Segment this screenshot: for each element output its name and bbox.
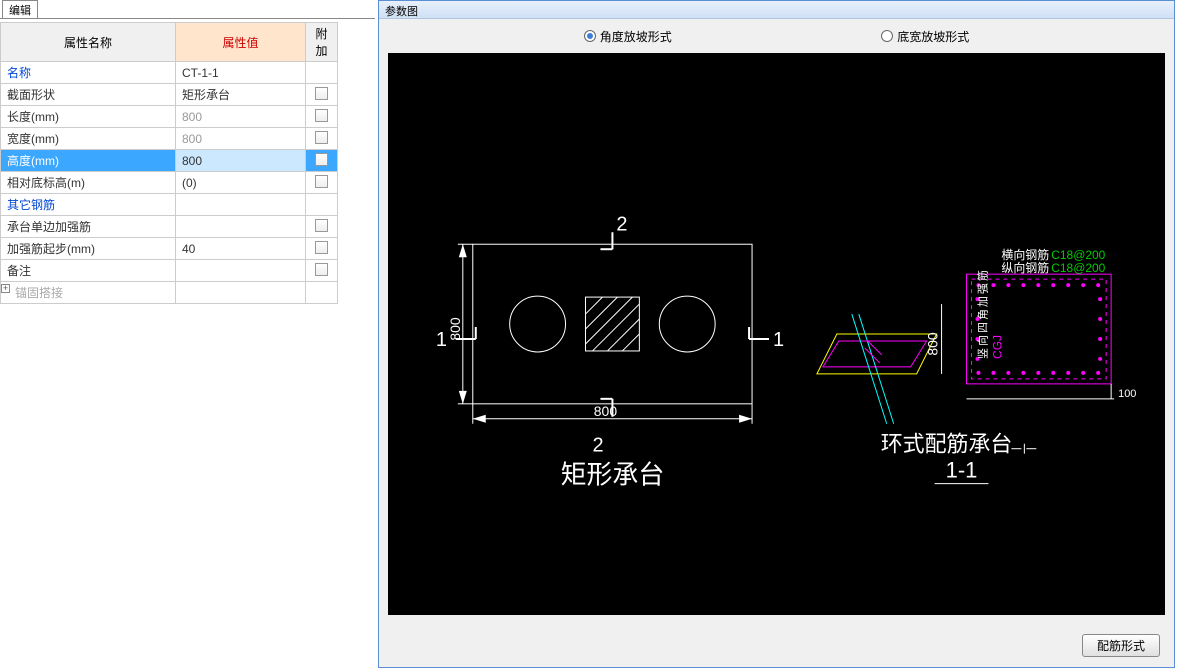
prop-name: 加强筋起步(mm) bbox=[1, 238, 176, 260]
prop-name: 名称 bbox=[1, 62, 176, 84]
svg-text:矩形承台: 矩形承台 bbox=[561, 461, 665, 490]
svg-text:1: 1 bbox=[436, 329, 447, 351]
prop-name: +锚固搭接 bbox=[1, 282, 176, 304]
tab-edit[interactable]: 编辑 bbox=[2, 0, 38, 18]
table-row[interactable]: 承台单边加强筋 bbox=[1, 216, 338, 238]
prop-value[interactable] bbox=[176, 282, 306, 304]
rebar-form-button[interactable]: 配筋形式 bbox=[1082, 634, 1160, 657]
checkbox-icon[interactable] bbox=[315, 175, 328, 188]
svg-text:C18@200: C18@200 bbox=[1051, 248, 1105, 262]
slope-mode-row: 角度放坡形式 底宽放坡形式 bbox=[379, 19, 1174, 53]
prop-name: 备注 bbox=[1, 260, 176, 282]
prop-value[interactable]: CT-1-1 bbox=[176, 62, 306, 84]
svg-text:800: 800 bbox=[447, 317, 463, 341]
prop-attach bbox=[306, 194, 338, 216]
svg-text:竖向四角加强筋: 竖向四角加强筋 bbox=[975, 268, 989, 359]
prop-name: 长度(mm) bbox=[1, 106, 176, 128]
prop-attach bbox=[306, 260, 338, 282]
prop-value[interactable] bbox=[176, 260, 306, 282]
prop-value[interactable]: 40 bbox=[176, 238, 306, 260]
prop-value[interactable] bbox=[176, 194, 306, 216]
table-row[interactable]: 宽度(mm)800 bbox=[1, 128, 338, 150]
prop-value[interactable]: (0) bbox=[176, 172, 306, 194]
prop-value[interactable]: 800 bbox=[176, 128, 306, 150]
svg-text:1: 1 bbox=[773, 329, 784, 351]
prop-attach bbox=[306, 62, 338, 84]
prop-name: 承台单边加强筋 bbox=[1, 216, 176, 238]
expand-icon[interactable]: + bbox=[1, 284, 10, 293]
svg-text:800: 800 bbox=[594, 403, 618, 419]
prop-value[interactable]: 矩形承台 bbox=[176, 84, 306, 106]
diagram-panel: 参数图 角度放坡形式 底宽放坡形式 800 bbox=[378, 0, 1175, 668]
radio-icon bbox=[881, 30, 893, 42]
panel-title: 参数图 bbox=[379, 1, 1174, 19]
prop-attach bbox=[306, 282, 338, 304]
prop-value[interactable] bbox=[176, 216, 306, 238]
checkbox-icon[interactable] bbox=[315, 241, 328, 254]
svg-text:纵向钢筋: 纵向钢筋 bbox=[1001, 260, 1049, 275]
svg-text:2: 2 bbox=[592, 435, 603, 457]
prop-value[interactable]: 800 bbox=[176, 106, 306, 128]
tab-bar: 编辑 bbox=[0, 0, 375, 19]
properties-table: 属性名称 属性值 附加 名称CT-1-1截面形状矩形承台长度(mm)800宽度(… bbox=[0, 22, 338, 304]
checkbox-icon[interactable] bbox=[315, 131, 328, 144]
table-row[interactable]: 相对底标高(m)(0) bbox=[1, 172, 338, 194]
prop-name: 截面形状 bbox=[1, 84, 176, 106]
checkbox-icon[interactable] bbox=[315, 87, 328, 100]
table-row[interactable]: +锚固搭接 bbox=[1, 282, 338, 304]
table-row[interactable]: 截面形状矩形承台 bbox=[1, 84, 338, 106]
svg-text:2: 2 bbox=[616, 213, 627, 235]
svg-text:100: 100 bbox=[1118, 388, 1136, 400]
diagram-svg: 800 800 2 2 1 1 矩形承台 bbox=[388, 53, 1165, 615]
radio-icon bbox=[584, 30, 596, 42]
table-row[interactable]: 加强筋起步(mm)40 bbox=[1, 238, 338, 260]
checkbox-icon[interactable] bbox=[315, 219, 328, 232]
svg-text:CGJ: CGJ bbox=[990, 335, 1004, 359]
svg-text:800: 800 bbox=[925, 332, 941, 356]
prop-attach bbox=[306, 128, 338, 150]
checkbox-icon[interactable] bbox=[315, 109, 328, 122]
svg-text:1-1: 1-1 bbox=[946, 458, 978, 483]
table-row[interactable]: 高度(mm)800 bbox=[1, 150, 338, 172]
svg-text:环式配筋承台: 环式配筋承台 bbox=[881, 432, 1013, 457]
prop-name: 宽度(mm) bbox=[1, 128, 176, 150]
svg-text:C18@200: C18@200 bbox=[1051, 261, 1105, 275]
prop-attach bbox=[306, 216, 338, 238]
table-row[interactable]: 备注 bbox=[1, 260, 338, 282]
prop-name: 高度(mm) bbox=[1, 150, 176, 172]
button-row: 配筋形式 bbox=[1082, 634, 1160, 657]
prop-attach bbox=[306, 84, 338, 106]
prop-attach bbox=[306, 106, 338, 128]
checkbox-icon[interactable] bbox=[315, 153, 328, 166]
prop-attach bbox=[306, 172, 338, 194]
checkbox-icon[interactable] bbox=[315, 263, 328, 276]
radio-angle-slope[interactable]: 角度放坡形式 bbox=[584, 28, 672, 45]
table-row[interactable]: 其它钢筋 bbox=[1, 194, 338, 216]
header-name: 属性名称 bbox=[1, 23, 176, 62]
prop-name: 其它钢筋 bbox=[1, 194, 176, 216]
table-row[interactable]: 名称CT-1-1 bbox=[1, 62, 338, 84]
header-value: 属性值 bbox=[176, 23, 306, 62]
prop-attach bbox=[306, 150, 338, 172]
radio-width-slope[interactable]: 底宽放坡形式 bbox=[881, 28, 969, 45]
table-row[interactable]: 长度(mm)800 bbox=[1, 106, 338, 128]
diagram-canvas: 800 800 2 2 1 1 矩形承台 bbox=[388, 53, 1165, 615]
prop-value[interactable]: 800 bbox=[176, 150, 306, 172]
properties-panel: 编辑 属性名称 属性值 附加 名称CT-1-1截面形状矩形承台长度(mm)800… bbox=[0, 0, 375, 671]
prop-attach bbox=[306, 238, 338, 260]
prop-name: 相对底标高(m) bbox=[1, 172, 176, 194]
svg-text:横向钢筋: 横向钢筋 bbox=[1001, 247, 1049, 262]
header-attach: 附加 bbox=[306, 23, 338, 62]
